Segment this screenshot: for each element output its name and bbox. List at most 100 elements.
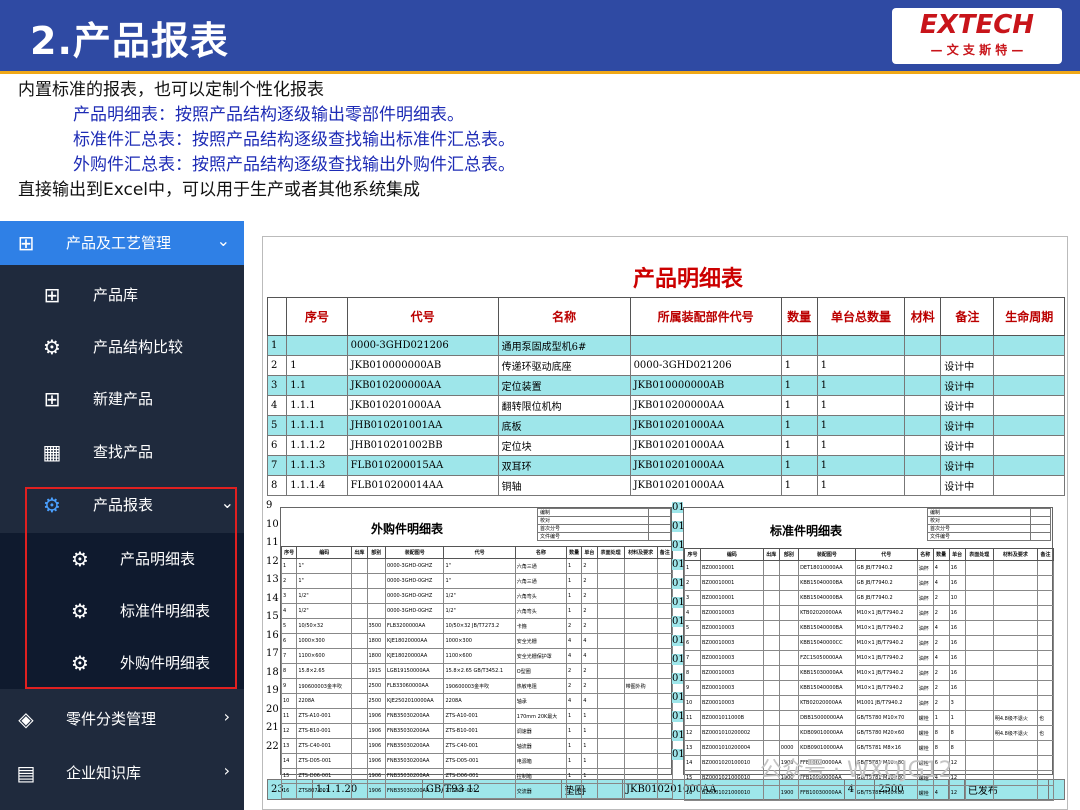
- table-cell: [762, 590, 780, 606]
- table-cell: 油杯: [916, 620, 934, 636]
- table-cell: [964, 695, 994, 711]
- table-row: 6 1000×300 1800 KJE18020000AA 1000×300 安全光栅 4 4: [280, 633, 674, 649]
- sidebar-item-find-product[interactable]: ▦ 查找产品: [0, 426, 244, 478]
- table-cell: 也: [1036, 710, 1055, 726]
- table-cell: 1000×300: [296, 633, 353, 649]
- sidebar-item-product-process[interactable]: ⊞ 产品及工艺管理 ⌄: [0, 221, 244, 265]
- table-cell: 0000-3GHD-0GHZ: [384, 588, 445, 604]
- table-cell: 1: [266, 335, 288, 356]
- table-cell: [964, 680, 994, 696]
- table-cell: KDB09010000AA: [798, 725, 856, 741]
- standard-title: 标准件明细表: [770, 524, 843, 538]
- table-cell: KBB15040000BA: [798, 575, 856, 591]
- table-cell: 1/2": [443, 603, 516, 619]
- table-row: 8 BZ00010003 KBB15030000AA M10×1 JB/T7940.2…: [684, 665, 1055, 681]
- table-cell: 1.1: [286, 375, 348, 396]
- table-cell: [1036, 680, 1055, 696]
- table-cell: [656, 588, 674, 604]
- meta-value: [647, 524, 672, 533]
- table-cell: [656, 558, 674, 574]
- table-cell: JHB010201002BB: [346, 435, 499, 456]
- table-cell: [1036, 620, 1055, 636]
- sidebar-item-knowledge-base[interactable]: ▤ 企业知识库 ›: [0, 747, 244, 799]
- table-cell: BZ0001010200004: [699, 740, 764, 756]
- table-cell: 11: [280, 708, 298, 724]
- detail-table: 序号 代号 名称 所属装配部件代号 数量 单台总数量 材料 备注 生命周期 1 0000-3GHD…: [266, 297, 1065, 496]
- table-cell: [1036, 575, 1055, 591]
- table-cell: [596, 768, 625, 784]
- sidebar-item-label: 产品结构比较: [93, 338, 184, 356]
- table-cell: [596, 723, 625, 739]
- table-cell: KTB02020000AA: [798, 605, 856, 621]
- table-cell: [656, 768, 674, 784]
- table-cell: [762, 605, 780, 621]
- table-cell: 调速器: [514, 723, 567, 739]
- table-cell: 2: [565, 678, 583, 694]
- sidebar-item-product-library[interactable]: ⊞ 产品库: [0, 269, 244, 321]
- table-cell: 通用泵固成型机6#: [497, 335, 631, 356]
- table-cell: 1: [565, 603, 583, 619]
- table-cell: [1036, 650, 1055, 666]
- meta-value: [1029, 508, 1051, 517]
- intro-line: 标准件汇总表：按照产品结构逐级查找输出标准件汇总表。: [73, 130, 515, 150]
- table-cell: [1036, 560, 1055, 576]
- table-cell: ZTS-B10-001: [296, 723, 353, 739]
- purchase-report-overlay: 外购件明细表 编制 校对 首次分号 文件编号 序号 编码 出库 部别 装配图号 代号 名称 数量 单台…: [280, 507, 674, 799]
- table-cell: FNB35030200AA: [384, 753, 445, 769]
- table-cell: [596, 753, 625, 769]
- table-cell: 2: [565, 618, 583, 634]
- table-cell: [596, 603, 625, 619]
- table-cell: BZ00010001: [699, 590, 764, 606]
- intro-line: 外购件汇总表：按照产品结构逐级查找输出外购件汇总表。: [73, 155, 515, 175]
- purchase-table: 序号 编码 出库 部别 装配图号 代号 名称 数量 单台 表面处理 材料及要求 备注 1 1" 0000-3…: [280, 546, 674, 799]
- table-cell: 1: [581, 753, 598, 769]
- watermark: 公众号 · WXQJG12: [760, 758, 953, 783]
- intro-line: 内置标准的报表，也可以定制个性化报表: [18, 80, 324, 100]
- sidebar-item-new-product[interactable]: ⊞ 新建产品: [0, 373, 244, 425]
- table-cell: 5: [266, 415, 288, 436]
- intro-line: 直接输出到Excel中，可以用于生产或者其他系统集成: [18, 180, 421, 200]
- table-cell: 2208A: [443, 693, 516, 709]
- table-cell: 1: [565, 738, 583, 754]
- table-cell: 3: [280, 588, 298, 604]
- meta-value: [1029, 516, 1051, 525]
- table-cell: KBB15040000CC: [798, 635, 856, 651]
- table-header-cell: 出库: [762, 548, 780, 561]
- table-cell: [762, 710, 780, 726]
- table-cell: 0000-3GHD021206: [346, 335, 499, 356]
- table-header-cell: [266, 297, 288, 336]
- table-cell: M10×1 JB/T7940.2: [854, 680, 918, 696]
- table-cell: [778, 560, 800, 576]
- table-cell: [596, 558, 625, 574]
- meta-label: 文件编号: [927, 532, 1031, 541]
- table-cell: 2500: [366, 678, 386, 694]
- table-cell: 六角三通: [514, 573, 567, 589]
- table-cell: [623, 663, 658, 679]
- table-cell: [762, 725, 780, 741]
- table-cell: [762, 560, 780, 576]
- sidebar-item-structure-compare[interactable]: ⚙ 产品结构比较: [0, 321, 244, 373]
- table-cell: [656, 738, 674, 754]
- table-cell: [993, 415, 1065, 436]
- table-cell: [596, 573, 625, 589]
- table-cell: ZTS807-001: [296, 783, 353, 799]
- table-cell: GB JB/T7940.2: [854, 590, 918, 606]
- row-number: 22: [266, 740, 279, 752]
- table-cell: [778, 665, 800, 681]
- table-cell: 16: [684, 785, 701, 801]
- sidebar-item-part-classification[interactable]: ◈ 零件分类管理 ›: [0, 693, 244, 745]
- table-cell: 16: [948, 620, 966, 636]
- table-cell: [656, 678, 674, 694]
- table-cell: [623, 573, 658, 589]
- table-cell: [904, 455, 942, 476]
- table-cell: 安全光栅: [514, 633, 567, 649]
- meta-row: 首次分号: [927, 524, 1051, 533]
- table-header-cell: 数量: [932, 548, 950, 561]
- table-header-cell: 装配图号: [384, 546, 445, 559]
- table-cell: [964, 755, 994, 771]
- table-cell: [964, 650, 994, 666]
- table-cell: [656, 708, 674, 724]
- table-cell: 6: [684, 635, 701, 651]
- table-cell: 设计中: [940, 435, 995, 456]
- table-cell: 1: [780, 435, 818, 456]
